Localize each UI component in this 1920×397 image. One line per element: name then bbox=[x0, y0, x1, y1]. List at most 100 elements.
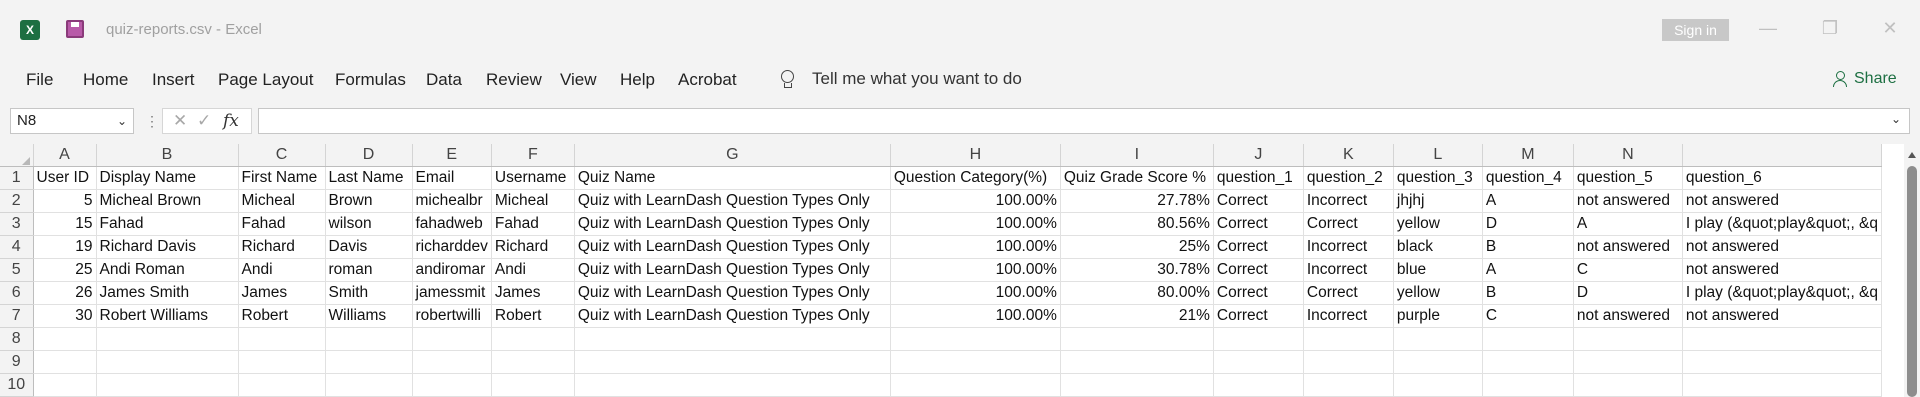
save-icon[interactable] bbox=[66, 20, 84, 38]
expand-formula-icon[interactable]: ⌄ bbox=[1891, 112, 1901, 126]
formula-input[interactable]: ⌄ bbox=[258, 108, 1910, 134]
cell[interactable] bbox=[890, 373, 1061, 397]
cell[interactable] bbox=[1482, 350, 1574, 374]
cell[interactable]: Quiz Grade Score % bbox=[1060, 166, 1214, 190]
cell[interactable] bbox=[1393, 327, 1483, 351]
cell[interactable] bbox=[33, 373, 97, 397]
chevron-down-icon[interactable]: ⌄ bbox=[117, 109, 127, 133]
cell[interactable]: black bbox=[1393, 235, 1483, 259]
cell[interactable]: question_1 bbox=[1213, 166, 1304, 190]
cell[interactable]: question_5 bbox=[1573, 166, 1683, 190]
cell[interactable]: Incorrect bbox=[1303, 235, 1394, 259]
cell[interactable] bbox=[412, 327, 492, 351]
cell[interactable]: C bbox=[1482, 304, 1574, 328]
cell[interactable]: Correct bbox=[1213, 281, 1304, 305]
column-header[interactable]: F bbox=[491, 144, 575, 167]
cell[interactable]: C bbox=[1573, 258, 1683, 282]
row-header[interactable]: 8 bbox=[0, 327, 34, 351]
tab-file[interactable]: File bbox=[26, 70, 53, 90]
cell[interactable] bbox=[574, 327, 891, 351]
cell[interactable]: Brown bbox=[325, 189, 413, 213]
cell[interactable] bbox=[1393, 373, 1483, 397]
cell[interactable]: Quiz with LearnDash Question Types Only bbox=[574, 304, 891, 328]
scroll-up-icon[interactable] bbox=[1908, 152, 1916, 158]
cell[interactable] bbox=[1303, 350, 1394, 374]
cell[interactable]: jamessmit bbox=[412, 281, 492, 305]
cell[interactable]: Andi bbox=[491, 258, 575, 282]
cell[interactable]: question_2 bbox=[1303, 166, 1394, 190]
column-header[interactable]: J bbox=[1213, 144, 1304, 167]
cell[interactable]: michealbr bbox=[412, 189, 492, 213]
cell[interactable] bbox=[96, 350, 239, 374]
cell[interactable]: 100.00% bbox=[890, 212, 1061, 236]
cell[interactable] bbox=[890, 350, 1061, 374]
cell[interactable]: not answered bbox=[1573, 304, 1683, 328]
cell[interactable] bbox=[1573, 373, 1683, 397]
cell[interactable]: A bbox=[1482, 258, 1574, 282]
cell[interactable]: Email bbox=[412, 166, 492, 190]
cell[interactable]: James bbox=[238, 281, 326, 305]
column-header[interactable]: E bbox=[412, 144, 492, 167]
tell-me-search[interactable]: Tell me what you want to do bbox=[780, 66, 1022, 92]
column-header[interactable]: L bbox=[1393, 144, 1483, 167]
cell[interactable]: User ID bbox=[33, 166, 97, 190]
tab-insert[interactable]: Insert bbox=[152, 70, 195, 90]
cell[interactable] bbox=[1060, 373, 1214, 397]
cell[interactable] bbox=[1303, 373, 1394, 397]
vertical-scrollbar[interactable] bbox=[1904, 144, 1920, 397]
scroll-thumb[interactable] bbox=[1907, 166, 1917, 397]
row-header[interactable]: 2 bbox=[0, 189, 34, 213]
cell[interactable]: Incorrect bbox=[1303, 258, 1394, 282]
cell[interactable]: not answered bbox=[1573, 189, 1683, 213]
cell[interactable]: andiromar bbox=[412, 258, 492, 282]
cell[interactable]: Micheal bbox=[491, 189, 575, 213]
cell[interactable]: Robert bbox=[238, 304, 326, 328]
cell[interactable] bbox=[325, 327, 413, 351]
cell[interactable]: A bbox=[1573, 212, 1683, 236]
cell[interactable]: 80.00% bbox=[1060, 281, 1214, 305]
cell[interactable]: Fahad bbox=[96, 212, 239, 236]
cell[interactable]: Correct bbox=[1213, 189, 1304, 213]
cell[interactable]: question_3 bbox=[1393, 166, 1483, 190]
cell[interactable] bbox=[238, 373, 326, 397]
cell[interactable] bbox=[491, 373, 575, 397]
cancel-icon[interactable]: ✕ bbox=[173, 111, 187, 131]
column-header[interactable]: A bbox=[33, 144, 97, 167]
cell[interactable] bbox=[1573, 350, 1683, 374]
row-header[interactable]: 1 bbox=[0, 166, 34, 190]
cell[interactable]: Correct bbox=[1303, 281, 1394, 305]
cell[interactable]: Incorrect bbox=[1303, 189, 1394, 213]
cell[interactable] bbox=[96, 373, 239, 397]
cell[interactable]: Robert bbox=[491, 304, 575, 328]
cell[interactable]: I play (&quot;play&quot;, &q bbox=[1682, 281, 1883, 305]
tab-view[interactable]: View bbox=[560, 70, 597, 90]
cell[interactable] bbox=[1060, 327, 1214, 351]
cell[interactable]: D bbox=[1482, 212, 1574, 236]
close-icon[interactable]: ✕ bbox=[1880, 18, 1900, 38]
column-header[interactable]: B bbox=[96, 144, 239, 167]
cell[interactable] bbox=[1213, 373, 1304, 397]
cell[interactable]: B bbox=[1482, 281, 1574, 305]
cell[interactable]: 27.78% bbox=[1060, 189, 1214, 213]
cell[interactable]: 25 bbox=[33, 258, 97, 282]
cell[interactable] bbox=[325, 350, 413, 374]
cell[interactable]: Correct bbox=[1303, 212, 1394, 236]
tab-acrobat[interactable]: Acrobat bbox=[678, 70, 737, 90]
cell[interactable] bbox=[574, 350, 891, 374]
cell[interactable] bbox=[1060, 350, 1214, 374]
row-header[interactable]: 3 bbox=[0, 212, 34, 236]
insert-function-button[interactable]: fx bbox=[223, 111, 239, 131]
cell[interactable] bbox=[238, 327, 326, 351]
cell[interactable]: Incorrect bbox=[1303, 304, 1394, 328]
cell[interactable]: Richard Davis bbox=[96, 235, 239, 259]
cell[interactable]: jhjhj bbox=[1393, 189, 1483, 213]
cell[interactable]: Correct bbox=[1213, 304, 1304, 328]
cell[interactable]: robertwilli bbox=[412, 304, 492, 328]
cell[interactable]: Quiz with LearnDash Question Types Only bbox=[574, 258, 891, 282]
cell[interactable] bbox=[890, 327, 1061, 351]
tab-review[interactable]: Review bbox=[486, 70, 542, 90]
cell[interactable]: Andi Roman bbox=[96, 258, 239, 282]
cell[interactable]: Display Name bbox=[96, 166, 239, 190]
cell[interactable]: not answered bbox=[1682, 189, 1883, 213]
more-options-icon[interactable]: ⋮ bbox=[145, 113, 159, 130]
